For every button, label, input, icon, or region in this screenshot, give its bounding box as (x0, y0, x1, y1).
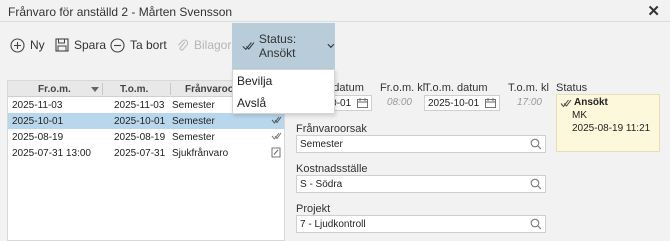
window-title: Frånvaro för anställd 2 - Mårten Svensso… (8, 5, 233, 19)
search-icon[interactable] (530, 138, 542, 150)
project-field[interactable]: 7 - Ljudkontroll (296, 215, 546, 233)
from-time-label: Fr.o.m. kl (380, 82, 426, 94)
project-label: Projekt (296, 203, 331, 215)
project-value: 7 - Ljudkontroll (300, 219, 366, 230)
close-icon[interactable]: ✕ (647, 2, 660, 20)
from-time-field[interactable]: 08:00 (380, 95, 416, 111)
toolbar: Ny Spara Ta bort Bilagor Status: Ansökt (0, 23, 670, 69)
new-button[interactable]: Ny (10, 35, 45, 55)
window-titlebar: Frånvaro för anställd 2 - Mårten Svensso… (0, 0, 670, 22)
double-check-icon (560, 99, 572, 107)
to-time-placeholder: 17:00 (516, 97, 542, 108)
delete-button-label: Ta bort (130, 38, 167, 52)
save-button[interactable]: Spara (55, 35, 106, 55)
status-state-text: Ansökt (574, 97, 608, 108)
column-header-to[interactable]: T.o.m. (120, 84, 148, 95)
save-button-label: Spara (74, 38, 107, 52)
table-row-selected[interactable]: 2025-10-01 2025-10-01 Semester (8, 113, 284, 129)
minus-circle-icon (110, 37, 125, 53)
attachments-button-label: Bilagor (194, 38, 232, 52)
column-divider[interactable] (170, 83, 171, 95)
cell-to: 2025-08-19 (114, 132, 166, 143)
chevron-down-icon (327, 43, 335, 49)
cost-center-label: Kostnadsställe (296, 163, 368, 175)
cell-to: 2025-11-03 (114, 100, 165, 111)
sort-desc-icon[interactable] (91, 87, 99, 92)
to-time-label: T.o.m. kl (508, 82, 549, 94)
menu-item-reject[interactable]: Avslå (233, 93, 334, 114)
status-by: MK (572, 110, 587, 121)
status-dropdown-button[interactable]: Status: Ansökt (232, 23, 335, 69)
cell-reason: Semester (172, 100, 215, 111)
cell-reason: Semester (172, 116, 215, 127)
paperclip-icon (178, 39, 189, 51)
cell-reason: Sjukfrånvaro (172, 148, 229, 159)
status-panel-label: Status (556, 82, 588, 94)
status-state: Ansökt (560, 97, 608, 108)
to-time-field[interactable]: 17:00 (508, 95, 546, 111)
cell-to: 2025-10-01 (114, 116, 166, 127)
check-icon (271, 132, 282, 140)
cell-from: 2025-07-31 13:00 (12, 148, 91, 159)
delete-button[interactable]: Ta bort (110, 35, 167, 55)
floppy-disk-icon (55, 38, 69, 52)
double-check-icon (242, 42, 255, 51)
cell-from: 2025-10-01 (12, 116, 64, 127)
cost-center-value: S - Södra (300, 179, 343, 190)
calendar-icon[interactable] (485, 98, 496, 108)
from-time-placeholder: 08:00 (386, 97, 412, 108)
table-row[interactable]: 2025-07-31 13:00 2025-07-31 Sjukfrånvaro (8, 145, 284, 161)
reason-field[interactable]: Semester (296, 135, 546, 153)
reason-value: Semester (300, 139, 343, 150)
calendar-icon[interactable] (357, 98, 368, 108)
plus-circle-icon (10, 37, 25, 53)
new-button-label: Ny (30, 38, 45, 52)
search-icon[interactable] (530, 178, 542, 190)
status-menu: Bevilja Avslå (232, 69, 335, 114)
cell-from: 2025-08-19 (12, 132, 64, 143)
cell-to: 2025-07-31 (114, 148, 166, 159)
cost-center-field[interactable]: S - Södra (296, 175, 546, 193)
to-date-label: T.o.m. datum (424, 82, 488, 94)
attachments-button[interactable]: Bilagor (176, 35, 231, 55)
to-date-value: 2025-10-01 (428, 98, 480, 109)
edit-icon (271, 147, 281, 158)
status-date: 2025-08-19 11:21 (572, 123, 651, 134)
to-date-field[interactable]: 2025-10-01 (424, 95, 500, 111)
column-header-from[interactable]: Fr.o.m. (38, 84, 71, 95)
table-row[interactable]: 2025-08-19 2025-08-19 Semester (8, 129, 284, 145)
check-icon (271, 116, 282, 124)
column-divider[interactable] (102, 83, 103, 95)
menu-item-approve[interactable]: Bevilja (233, 71, 334, 92)
reason-label: Frånvaroorsak (296, 123, 367, 135)
status-panel: Ansökt MK 2025-08-19 11:21 (556, 94, 660, 152)
search-icon[interactable] (530, 218, 542, 230)
cell-from: 2025-11-03 (12, 100, 63, 111)
status-button-label: Status: Ansökt (258, 32, 297, 60)
cell-reason: Semester (172, 132, 215, 143)
